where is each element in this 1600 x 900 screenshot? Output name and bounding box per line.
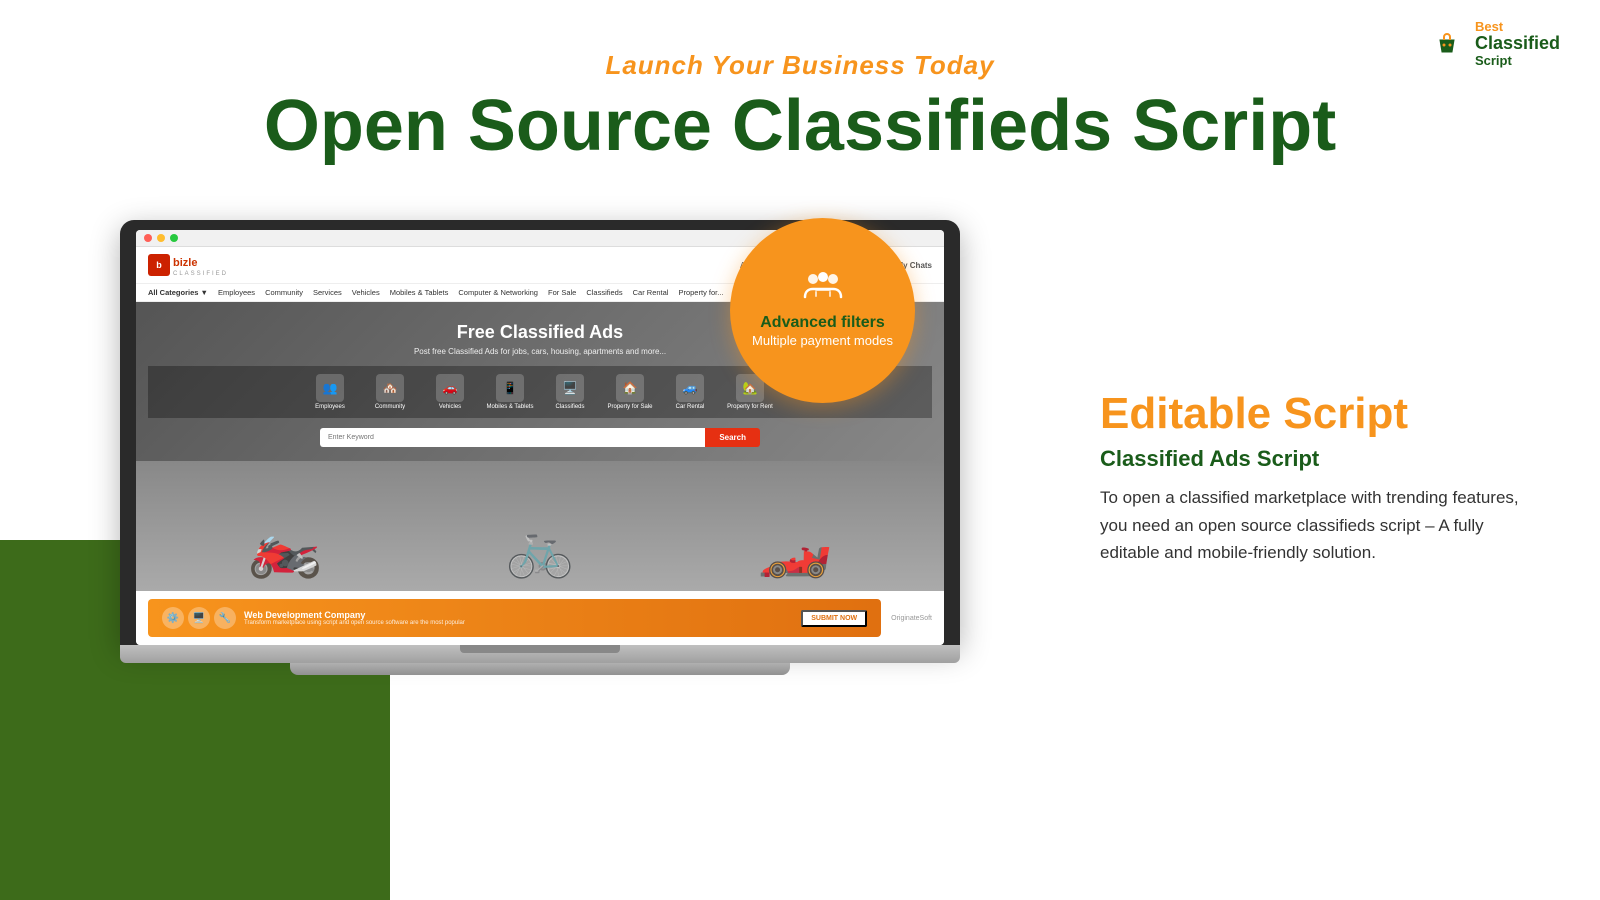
bicycle-icon: 🚲 xyxy=(506,516,574,581)
cat-employees[interactable]: Employees xyxy=(218,288,255,297)
cat-vehicles[interactable]: Vehicles xyxy=(352,288,380,297)
logo-script: Script xyxy=(1475,54,1560,68)
banner-cta-button[interactable]: SUBMIT NOW xyxy=(801,610,867,627)
cat-services[interactable]: Services xyxy=(313,288,342,297)
cat-carrental[interactable]: Car Rental xyxy=(633,288,669,297)
site-logo-label: bizle CLASSIFIED xyxy=(173,253,228,277)
right-description: To open a classified marketplace with tr… xyxy=(1100,484,1540,566)
browser-dot-green xyxy=(170,234,178,242)
badge-text-advanced-filters: Advanced filters xyxy=(760,314,884,332)
badge-icon xyxy=(803,271,843,308)
search-button[interactable]: Search xyxy=(705,428,760,447)
browser-dot-red xyxy=(144,234,152,242)
banner-title: Web Development Company xyxy=(244,610,793,620)
banner-icon-1: ⚙️ xyxy=(162,607,184,629)
hero-text-area: Launch Your Business Today Open Source C… xyxy=(0,0,1600,166)
laptop-stand xyxy=(290,663,790,675)
logo-text: Best Classified Script xyxy=(1475,20,1560,68)
main-title: Open Source Classifieds Script xyxy=(0,87,1600,166)
logo-bag-icon xyxy=(1425,22,1469,66)
sports-car-icon: 🏎️ xyxy=(758,510,833,581)
logo-classified: Classified xyxy=(1475,34,1560,54)
cat-icon-community: 🏘️ Community xyxy=(364,374,416,410)
page-wrapper: Best Classified Script Launch Your Busin… xyxy=(0,0,1600,900)
search-input[interactable] xyxy=(320,428,705,447)
feature-badge: Advanced filters Multiple payment modes xyxy=(730,218,915,403)
cat-community[interactable]: Community xyxy=(265,288,303,297)
badge-text-payment-modes: Multiple payment modes xyxy=(752,333,893,350)
right-content: Editable Script Classified Ads Script To… xyxy=(1100,390,1540,566)
site-bottom-banner: ⚙️ 🖥️ 🔧 Web Development Company Transfor… xyxy=(136,591,944,645)
site-logo: b bizle CLASSIFIED xyxy=(148,253,228,277)
cat-icon-classifieds: 🖥️ Classifieds xyxy=(544,374,596,410)
cat-classifieds[interactable]: Classifieds xyxy=(586,288,622,297)
laptop-base xyxy=(120,645,960,663)
cat-all[interactable]: All Categories ▼ xyxy=(148,288,208,297)
banner-sub: Transform marketplace using script and o… xyxy=(244,620,793,626)
banner-icons: ⚙️ 🖥️ 🔧 xyxy=(162,607,236,629)
laptop-hinge xyxy=(460,645,620,653)
browser-dot-yellow xyxy=(157,234,165,242)
cat-computer[interactable]: Computer & Networking xyxy=(458,288,538,297)
banner-icon-2: 🖥️ xyxy=(188,607,210,629)
cat-mobiles[interactable]: Mobiles & Tablets xyxy=(390,288,449,297)
site-logo-icon: b xyxy=(148,254,170,276)
cat-property[interactable]: Property for... xyxy=(678,288,723,297)
banner-orange: ⚙️ 🖥️ 🔧 Web Development Company Transfor… xyxy=(148,599,881,637)
vehicles-strip: 🏍️ 🚲 🏎️ xyxy=(136,461,944,591)
logo-area: Best Classified Script xyxy=(1425,20,1560,68)
right-subtitle: Classified Ads Script xyxy=(1100,446,1540,472)
banner-brand: OriginateSoft xyxy=(891,615,932,622)
tagline: Launch Your Business Today xyxy=(0,50,1600,81)
banner-text-block: Web Development Company Transform market… xyxy=(244,610,793,626)
logo-best: Best xyxy=(1475,20,1560,34)
cat-icon-vehicles: 🚗 Vehicles xyxy=(424,374,476,410)
cat-icon-property-sale: 🏠 Property for Sale xyxy=(604,374,656,410)
motorcycle-icon: 🏍️ xyxy=(248,510,323,581)
right-title: Editable Script xyxy=(1100,390,1540,438)
cat-icon-mobiles: 📱 Mobiles & Tablets xyxy=(484,374,536,410)
cat-icon-employees: 👥 Employees xyxy=(304,374,356,410)
cat-icon-car-rental: 🚙 Car Rental xyxy=(664,374,716,410)
cat-forsale[interactable]: For Sale xyxy=(548,288,576,297)
search-bar: Search xyxy=(320,428,760,447)
banner-icon-3: 🔧 xyxy=(214,607,236,629)
